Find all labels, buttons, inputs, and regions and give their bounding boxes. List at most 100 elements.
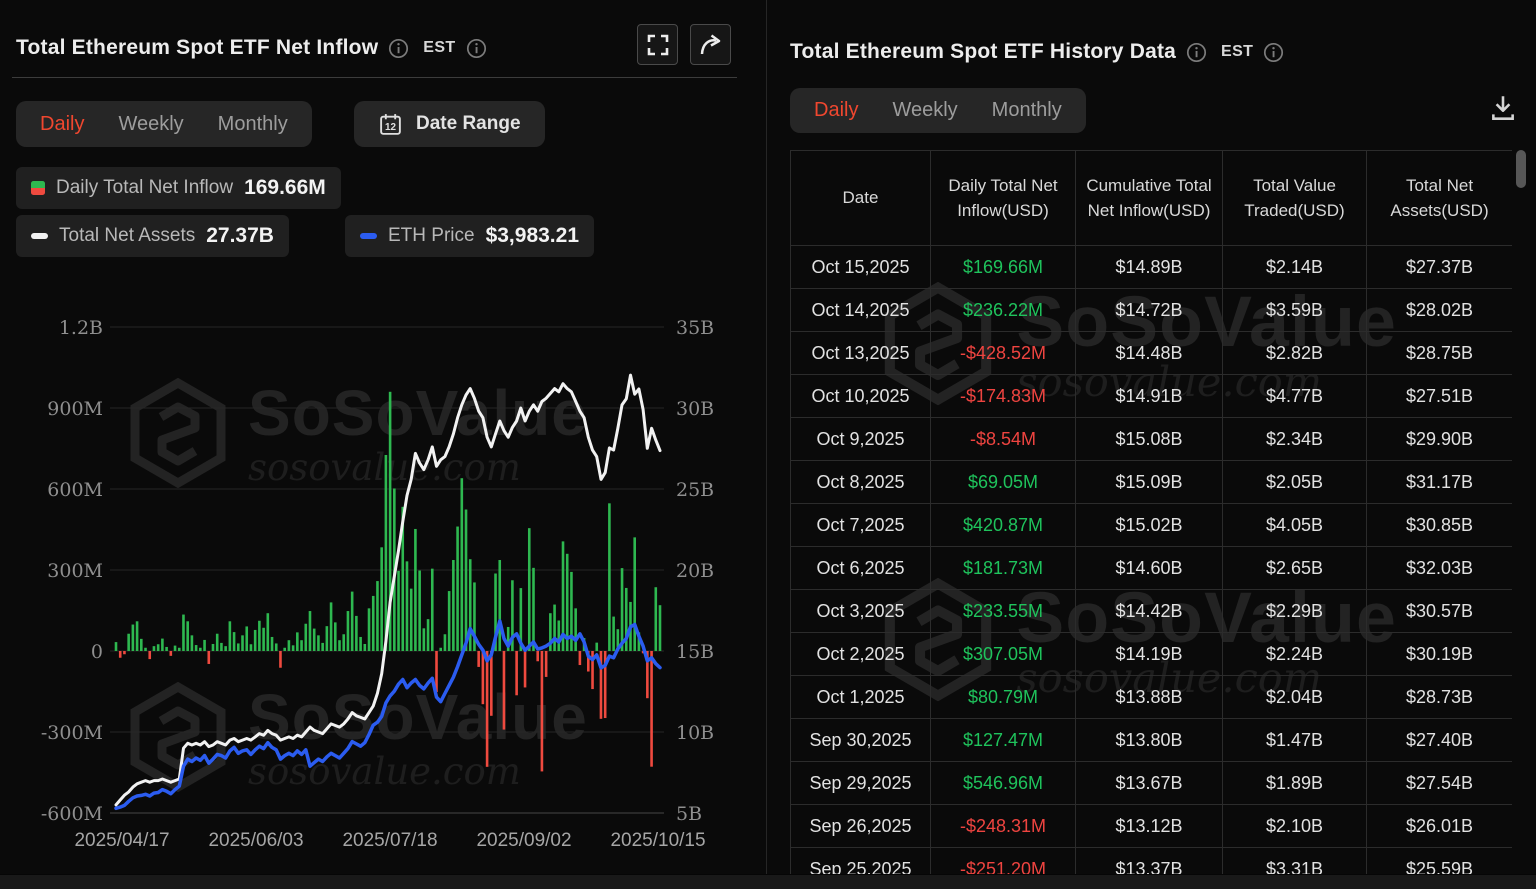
history-table[interactable]: Date Daily Total Net Inflow(USD) Cumulat… [790,150,1512,874]
table-row: Sep 29,2025 $546.96M $13.67B $1.89B $27.54B [790,761,1512,805]
download-button[interactable] [1487,92,1519,124]
legend-eth-price[interactable]: ETH Price $3,983.21 [345,215,595,257]
cell-cumulative-inflow: $14.48B [1075,331,1223,375]
legend-total-net-assets[interactable]: Total Net Assets 27.37B [16,215,289,257]
tab-daily[interactable]: Daily [814,99,858,122]
tab-weekly[interactable]: Weekly [118,113,183,136]
cell-net-assets: $26.01B [1366,804,1512,848]
cell-daily-inflow: $307.05M [930,632,1076,676]
cell-value-traded: $1.89B [1222,761,1367,805]
cell-cumulative-inflow: $15.02B [1075,503,1223,547]
legend-daily-net-inflow[interactable]: Daily Total Net Inflow 169.66M [16,167,341,209]
cell-daily-inflow: $236.22M [930,288,1076,332]
table-row: Sep 26,2025 -$248.31M $13.12B $2.10B $26.01B [790,804,1512,848]
legend-label: Total Net Assets [59,225,196,246]
cell-value-traded: $1.47B [1222,718,1367,762]
fullscreen-button[interactable] [637,24,678,65]
info-icon[interactable] [466,38,487,59]
svg-text:30B: 30B [676,398,714,420]
share-button[interactable] [690,24,731,65]
cell-value-traded: $2.24B [1222,632,1367,676]
chart-y-axis-left: 1.2B 900M 600M 300M 0 -300M -600M [41,317,103,825]
cell-daily-inflow: $181.73M [930,546,1076,590]
svg-text:2025/04/17: 2025/04/17 [74,830,169,851]
svg-text:-300M: -300M [41,722,103,744]
col-date: Date [790,150,931,246]
cell-daily-inflow: $80.79M [930,675,1076,719]
cell-value-traded: $2.14B [1222,245,1367,289]
right-panel-header: Total Ethereum Spot ETF History Data EST [790,32,1284,72]
bar-swatch-icon [31,181,45,195]
cell-value-traded: $2.10B [1222,804,1367,848]
cell-net-assets: $32.03B [1366,546,1512,590]
svg-text:2025/09/02: 2025/09/02 [476,830,571,851]
svg-text:600M: 600M [47,479,103,501]
table-row: Oct 10,2025 -$174.83M $14.91B $4.77B $27.51B [790,374,1512,418]
panel-divider [766,0,767,874]
table-scrollbar-thumb[interactable] [1516,150,1526,188]
net-assets-line [114,373,662,807]
svg-text:2025/06/03: 2025/06/03 [208,830,303,851]
cell-date: Oct 10,2025 [790,374,931,418]
svg-text:12: 12 [385,122,396,133]
chart-y-axis-right: 35B 30B 25B 20B 15B 10B 5B [676,317,714,825]
table-row: Sep 25,2025 -$251.20M $13.37B $3.31B $25.59B [790,847,1512,874]
info-icon[interactable] [1186,42,1207,63]
cell-cumulative-inflow: $13.37B [1075,847,1223,874]
date-range-button[interactable]: 12 Date Range [354,101,545,147]
legend-value: $3,983.21 [485,224,580,247]
svg-text:1.2B: 1.2B [59,317,103,339]
svg-text:10B: 10B [676,722,714,744]
inflow-chart: 1.2B 900M 600M 300M 0 -300M -600M 35B 30B 25B 20B 1… [41,317,714,851]
cell-date: Oct 7,2025 [790,503,931,547]
svg-text:0: 0 [91,641,103,663]
cell-value-traded: $2.34B [1222,417,1367,461]
etf-dashboard: SoSoValue sosovalue.com SoSoValue sosova… [0,0,1536,889]
cell-value-traded: $2.05B [1222,460,1367,504]
cell-net-assets: $25.59B [1366,847,1512,874]
cell-net-assets: $28.75B [1366,331,1512,375]
cell-daily-inflow: -$8.54M [930,417,1076,461]
cell-value-traded: $2.82B [1222,331,1367,375]
cell-cumulative-inflow: $13.12B [1075,804,1223,848]
cell-daily-inflow: -$428.52M [930,331,1076,375]
svg-text:-600M: -600M [41,803,103,825]
calendar-icon: 12 [380,113,401,135]
tab-monthly[interactable]: Monthly [218,113,288,136]
cell-daily-inflow: $233.55M [930,589,1076,633]
cell-net-assets: $30.19B [1366,632,1512,676]
page-title: Total Ethereum Spot ETF Net Inflow [16,36,379,59]
left-frequency-tabs: Daily Weekly Monthly [16,101,312,147]
cell-cumulative-inflow: $14.19B [1075,632,1223,676]
cell-value-traded: $3.31B [1222,847,1367,874]
right-frequency-tabs: Daily Weekly Monthly [790,88,1086,133]
svg-text:35B: 35B [676,317,714,339]
cell-net-assets: $28.02B [1366,288,1512,332]
svg-text:5B: 5B [676,803,702,825]
table-row: Oct 7,2025 $420.87M $15.02B $4.05B $30.85B [790,503,1512,547]
table-row: Oct 3,2025 $233.55M $14.42B $2.29B $30.57B [790,589,1512,633]
timezone-label: EST [1221,43,1254,60]
cell-cumulative-inflow: $15.08B [1075,417,1223,461]
table-row: Oct 13,2025 -$428.52M $14.48B $2.82B $28.75B [790,331,1512,375]
col-net-assets: Total Net Assets(USD) [1366,150,1512,246]
cell-cumulative-inflow: $13.80B [1075,718,1223,762]
info-icon[interactable] [388,38,409,59]
tab-daily[interactable]: Daily [40,113,84,136]
svg-text:2025/07/18: 2025/07/18 [342,830,437,851]
cell-date: Sep 29,2025 [790,761,931,805]
cell-daily-inflow: $420.87M [930,503,1076,547]
table-row: Oct 15,2025 $169.66M $14.89B $2.14B $27.37B [790,245,1512,289]
cell-daily-inflow: -$174.83M [930,374,1076,418]
tab-monthly[interactable]: Monthly [992,99,1062,122]
chart-bars [114,391,662,772]
cell-daily-inflow: $169.66M [930,245,1076,289]
share-icon [700,33,720,54]
info-icon[interactable] [1263,42,1284,63]
cell-net-assets: $27.40B [1366,718,1512,762]
table-row: Oct 8,2025 $69.05M $15.09B $2.05B $31.17B [790,460,1512,504]
tab-weekly[interactable]: Weekly [892,99,957,122]
cell-value-traded: $2.04B [1222,675,1367,719]
svg-text:15B: 15B [676,641,714,663]
chart-x-axis: 2025/04/17 2025/06/03 2025/07/18 2025/09/02… [74,830,705,851]
